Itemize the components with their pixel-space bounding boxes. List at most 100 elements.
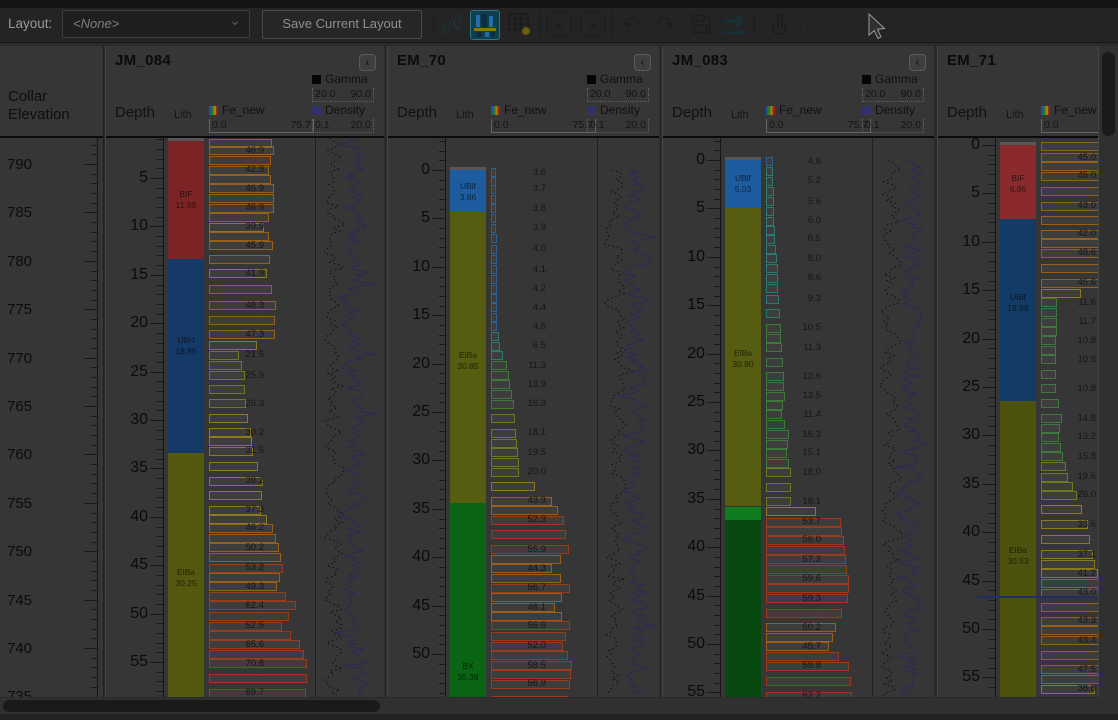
depth-tick bbox=[714, 179, 720, 180]
depth-tick bbox=[989, 377, 995, 378]
fe-value-label: 31.5 bbox=[209, 445, 264, 456]
fe-novalue-label: -- bbox=[491, 194, 546, 203]
gamma-max: 90.0 bbox=[626, 88, 646, 100]
depth-tick bbox=[439, 296, 445, 297]
depth-tick bbox=[439, 228, 445, 229]
depth-tick bbox=[989, 561, 995, 562]
save-icon[interactable] bbox=[687, 10, 715, 38]
depth-tick bbox=[707, 692, 720, 693]
fe-novalue-label: -- bbox=[1041, 263, 1096, 272]
depth-tick bbox=[714, 286, 720, 287]
depth-tick bbox=[157, 439, 163, 440]
fe-value-label: 25.9 bbox=[209, 370, 264, 381]
fe-value-label: 4.5 bbox=[491, 321, 546, 332]
depth-label: 25 bbox=[112, 363, 148, 381]
expand-all-icon[interactable]: » bbox=[579, 10, 607, 38]
depth-tick bbox=[989, 426, 995, 427]
fe-novalue-label: -- bbox=[491, 390, 546, 399]
elevation-tick bbox=[91, 532, 97, 533]
fe-novalue-label: -- bbox=[209, 360, 264, 369]
depth-tick bbox=[439, 306, 445, 307]
depth-tick bbox=[439, 635, 445, 636]
undo-icon[interactable]: ↶ bbox=[617, 10, 645, 38]
collar-panel-header: Collar Elevation bbox=[0, 46, 103, 138]
depth-label: 10 bbox=[112, 217, 148, 235]
fe-value-label: 69.7 bbox=[209, 687, 264, 697]
fe-novalue-label: -- bbox=[766, 458, 821, 467]
fe-value-label: 3.7 bbox=[491, 183, 546, 194]
fe-novalue-label: -- bbox=[491, 554, 546, 563]
fe-novalue-label: -- bbox=[491, 370, 546, 379]
depth-tick bbox=[989, 658, 995, 659]
depth-tick bbox=[714, 276, 720, 277]
depth-tick bbox=[714, 509, 720, 510]
fe-value-label: 15.8 bbox=[1041, 451, 1096, 462]
fe-novalue-label: -- bbox=[209, 385, 264, 394]
elevation-label: 755 bbox=[7, 495, 32, 512]
elevation-tick bbox=[91, 590, 97, 591]
fe-value-label: 4.4 bbox=[491, 302, 546, 313]
fe-value-label: 46.9 bbox=[209, 145, 264, 156]
depth-tick bbox=[439, 615, 445, 616]
depth-tick bbox=[432, 509, 445, 510]
panel-header: JM_084‹Gamma20.090.0Fe_new0.075.7Density… bbox=[106, 46, 384, 138]
depth-tick bbox=[432, 267, 445, 268]
depth-label: 40 bbox=[944, 523, 980, 541]
collapse-panel-button[interactable]: ‹ bbox=[359, 54, 376, 71]
elevation-tick bbox=[91, 241, 97, 242]
elevation-tick bbox=[91, 174, 97, 175]
elevation-tick bbox=[91, 183, 97, 184]
depth-tick bbox=[989, 164, 995, 165]
fe-value-label: 45.6 bbox=[1041, 277, 1096, 288]
fe-novalue-label: -- bbox=[491, 574, 546, 583]
elevation-tick bbox=[84, 261, 97, 262]
export-icon[interactable] bbox=[720, 10, 748, 38]
save-current-layout-button[interactable]: Save Current Layout bbox=[262, 10, 422, 39]
fe-novalue-label: -- bbox=[209, 461, 264, 470]
vertical-scrollbar-thumb[interactable] bbox=[1102, 52, 1115, 136]
collapse-panel-button[interactable]: ‹ bbox=[634, 54, 651, 71]
depth-tick bbox=[157, 285, 163, 286]
elevation-tick bbox=[84, 454, 97, 455]
striplog-view-icon[interactable] bbox=[470, 10, 500, 40]
table-report-icon[interactable] bbox=[505, 10, 533, 38]
chevron-down-icon[interactable]: ⌄ bbox=[799, 20, 809, 34]
elevation-tick bbox=[91, 329, 97, 330]
redo-icon[interactable]: ↷ bbox=[652, 10, 680, 38]
vertical-scrollbar[interactable] bbox=[1098, 46, 1118, 698]
depth-tick bbox=[157, 381, 163, 382]
gamma-legend: Gamma bbox=[862, 72, 918, 86]
depth-tick bbox=[157, 333, 163, 334]
fe-novalue-label: -- bbox=[766, 420, 821, 429]
density-label: Density bbox=[875, 103, 915, 117]
density-range: 0.120.0 bbox=[587, 119, 649, 133]
fe-novalue-label: -- bbox=[491, 530, 546, 539]
depth-tick bbox=[439, 431, 445, 432]
fe-min: 0.0 bbox=[1044, 119, 1059, 131]
horizontal-scrollbar-thumb[interactable] bbox=[3, 700, 380, 712]
touch-mode-icon[interactable] bbox=[766, 10, 794, 38]
depth-tick bbox=[714, 237, 720, 238]
network-icon[interactable] bbox=[438, 10, 466, 38]
horizontal-scrollbar[interactable] bbox=[0, 698, 1118, 714]
elevation-tick bbox=[91, 474, 97, 475]
depth-tick bbox=[150, 420, 163, 421]
depth-tick bbox=[157, 459, 163, 460]
collapse-panel-button[interactable]: ‹ bbox=[909, 54, 926, 71]
layout-dropdown[interactable]: <None> ⌄ bbox=[62, 10, 250, 38]
fe-novalue-label: -- bbox=[766, 652, 821, 661]
fe-min: 0.0 bbox=[494, 119, 509, 131]
depth-tick bbox=[714, 518, 720, 519]
collapse-all-icon[interactable]: « bbox=[545, 10, 573, 38]
depth-tick bbox=[439, 499, 445, 500]
fe-novalue-label: -- bbox=[209, 611, 264, 620]
depth-tick bbox=[439, 199, 445, 200]
fe-legend: Fe_new bbox=[1041, 103, 1097, 117]
help-icon[interactable]: ? bbox=[824, 10, 852, 38]
depth-tick bbox=[432, 606, 445, 607]
fe-value-label: 11.3 bbox=[491, 360, 546, 371]
fe-value-label: 26.0 bbox=[1041, 489, 1096, 500]
fe-novalue-label: -- bbox=[766, 187, 821, 196]
depth-tick bbox=[150, 468, 163, 469]
density-trace bbox=[605, 170, 635, 694]
